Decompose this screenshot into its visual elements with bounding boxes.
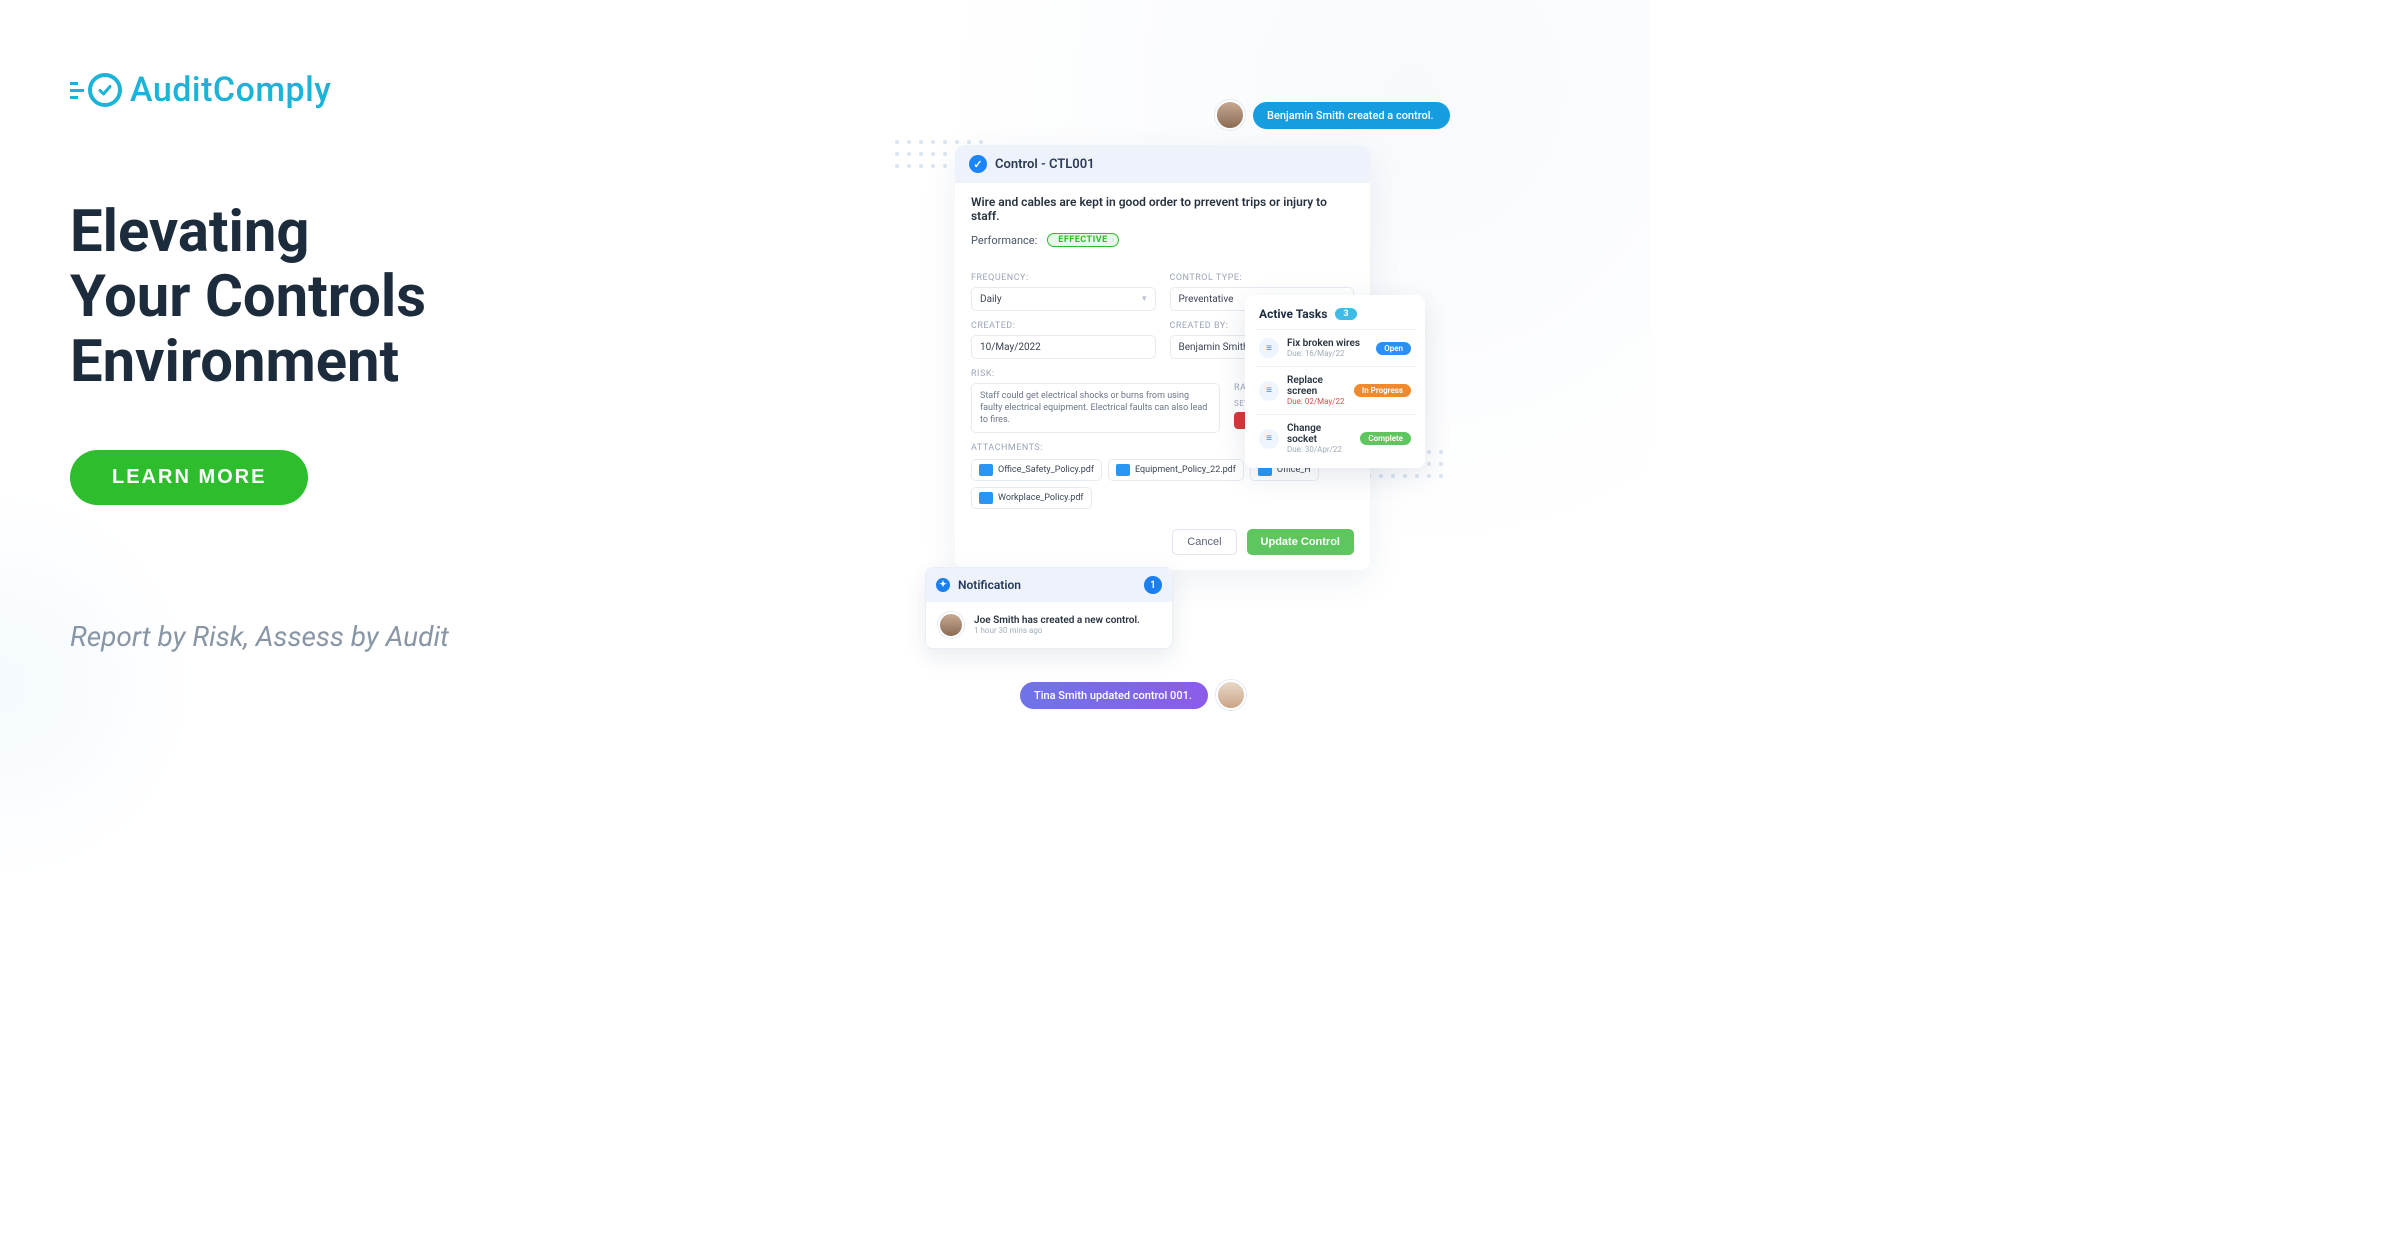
active-tasks-card: Active Tasks 3 ≡ Fix broken wiresDue: 16/… xyxy=(1245,295,1425,468)
frequency-value: Daily xyxy=(980,294,1002,305)
task-row[interactable]: ≡ Replace screenDue: 02/May/22 In Progress xyxy=(1255,366,1415,414)
attachment-chip[interactable]: Equipment_Policy_22.pdf xyxy=(1108,459,1244,481)
logo-mark xyxy=(70,73,122,107)
learn-more-button[interactable]: LEARN MORE xyxy=(70,450,308,505)
task-status-pill: Open xyxy=(1376,342,1411,355)
tagline: Report by Risk, Assess by Audit xyxy=(70,620,620,653)
task-due: Due: 02/May/22 xyxy=(1287,397,1346,406)
created-label: CREATED: xyxy=(971,321,1156,331)
attachment-name: Office_Safety_Policy.pdf xyxy=(998,465,1094,475)
cancel-button[interactable]: Cancel xyxy=(1172,529,1236,555)
risk-textarea[interactable]: Staff could get electrical shocks or bur… xyxy=(971,383,1220,433)
task-due: Due: 30/Apr/22 xyxy=(1287,445,1352,454)
notification-text: Joe Smith has created a new control. xyxy=(974,615,1140,626)
task-due: Due: 16/May/22 xyxy=(1287,349,1368,358)
frequency-select[interactable]: Daily ▾ xyxy=(971,287,1156,311)
active-tasks-title: Active Tasks 3 xyxy=(1255,305,1415,329)
control-card-header: ✓ Control - CTL001 xyxy=(955,145,1370,183)
avatar xyxy=(1216,680,1246,710)
notification-count: 1 xyxy=(1144,576,1162,594)
notification-title: Notification xyxy=(958,578,1021,592)
control-type-label: CONTROL TYPE: xyxy=(1170,273,1355,283)
logo: AuditComply xyxy=(70,70,620,110)
file-icon xyxy=(1116,464,1130,476)
hero-line-3: Environment xyxy=(70,328,399,396)
attachment-chip[interactable]: Office_Safety_Policy.pdf xyxy=(971,459,1102,481)
avatar xyxy=(1215,100,1245,130)
control-description: Wire and cables are kept in good order t… xyxy=(971,195,1354,223)
chevron-down-icon: ▾ xyxy=(1142,294,1147,304)
hero-line-2: Your Controls xyxy=(70,263,426,331)
toast-created: Benjamin Smith created a control. xyxy=(1215,100,1450,130)
created-field[interactable]: 10/May/2022 xyxy=(971,335,1156,359)
attachment-name: Workplace_Policy.pdf xyxy=(998,493,1084,503)
active-tasks-count: 3 xyxy=(1335,308,1356,320)
attachment-name: Equipment_Policy_22.pdf xyxy=(1135,465,1236,475)
notification-header: ✦ Notification 1 xyxy=(926,568,1172,602)
file-icon xyxy=(979,492,993,504)
list-icon: ≡ xyxy=(1259,381,1279,401)
frequency-label: FREQUENCY: xyxy=(971,273,1156,283)
hero-line-1: Elevating xyxy=(70,198,310,266)
task-name: Fix broken wires xyxy=(1287,338,1368,349)
toast-created-text: Benjamin Smith created a control. xyxy=(1253,102,1450,129)
performance-label: Performance: xyxy=(971,234,1037,247)
performance-row: Performance: EFFECTIVE xyxy=(971,233,1354,247)
active-tasks-label: Active Tasks xyxy=(1259,307,1327,321)
notification-time: 1 hour 30 mins ago xyxy=(974,626,1140,635)
task-name: Change socket xyxy=(1287,423,1352,445)
notification-card: ✦ Notification 1 Joe Smith has created a… xyxy=(925,567,1173,649)
check-circle-icon: ✓ xyxy=(969,155,987,173)
hero-heading: Elevating Your Controls Environment xyxy=(70,200,620,395)
card-actions: Cancel Update Control xyxy=(955,519,1370,555)
update-control-button[interactable]: Update Control xyxy=(1247,529,1354,555)
toast-updated: Tina Smith updated control 001. xyxy=(1020,680,1246,710)
performance-badge: EFFECTIVE xyxy=(1047,233,1118,247)
mockups-area: Benjamin Smith created a control. ✓ Cont… xyxy=(925,100,1465,720)
control-header-title: Control - CTL001 xyxy=(995,157,1095,172)
avatar xyxy=(938,612,964,638)
logo-text: AuditComply xyxy=(130,70,331,110)
task-status-pill: In Progress xyxy=(1354,384,1411,397)
task-row[interactable]: ≡ Change socketDue: 30/Apr/22 Complete xyxy=(1255,414,1415,462)
list-icon: ≡ xyxy=(1259,429,1279,449)
task-status-pill: Complete xyxy=(1360,432,1411,445)
task-name: Replace screen xyxy=(1287,375,1346,397)
task-row[interactable]: ≡ Fix broken wiresDue: 16/May/22 Open xyxy=(1255,329,1415,366)
attachment-chip[interactable]: Workplace_Policy.pdf xyxy=(971,487,1092,509)
created-by-value: Benjamin Smith xyxy=(1179,342,1249,353)
left-panel: AuditComply Elevating Your Controls Envi… xyxy=(70,70,620,653)
file-icon xyxy=(979,464,993,476)
control-type-value: Preventative xyxy=(1179,294,1234,305)
toast-updated-text: Tina Smith updated control 001. xyxy=(1020,682,1208,709)
star-icon: ✦ xyxy=(936,578,950,592)
check-circle-icon xyxy=(88,73,122,107)
list-icon: ≡ xyxy=(1259,338,1279,358)
created-value: 10/May/2022 xyxy=(980,342,1041,353)
